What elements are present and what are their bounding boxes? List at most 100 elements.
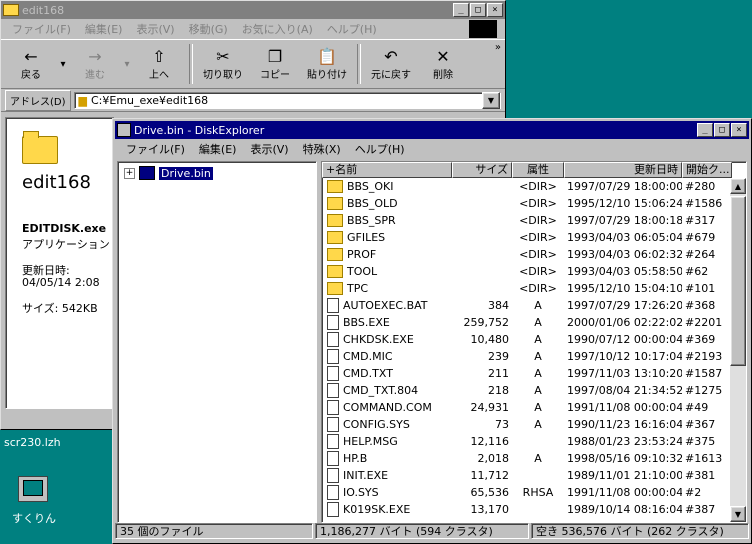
close-button[interactable]: × [731, 123, 747, 137]
minimize-button[interactable]: _ [697, 123, 713, 137]
cell-attr: A [534, 452, 542, 465]
undo-button[interactable]: ↶ 元に戻す [365, 42, 417, 86]
file-name: BBS_OKI [347, 180, 394, 193]
file-name: HP.B [343, 452, 368, 465]
table-row[interactable]: COMMAND.COM 24,931 A 1991/11/08 00:00:04 #49 [322, 399, 746, 416]
file-name: COMMAND.COM [343, 401, 432, 414]
cell-date: 1991/11/08 00:00:04 [567, 401, 682, 414]
column-date[interactable]: 更新日時 [564, 162, 682, 178]
cell-size: 13,170 [470, 503, 510, 516]
address-label: アドレス(D) [5, 89, 71, 111]
file-icon [327, 502, 339, 517]
table-row[interactable]: HP.B 2,018 A 1998/05/16 09:10:32 #1613 [322, 450, 746, 467]
menu-view[interactable]: 表示(V) [129, 21, 181, 37]
cell-name: CHKDSK.EXE [322, 332, 452, 347]
address-dropdown-button[interactable]: ▼ [482, 91, 500, 109]
up-button[interactable]: ⇧ 上へ [133, 42, 185, 86]
table-row[interactable]: IO.SYS 65,536 RHSA 1991/11/08 00:00:04 #2 [322, 484, 746, 501]
table-row[interactable]: CHKDSK.EXE 10,480 A 1990/07/12 00:00:04 #369 [322, 331, 746, 348]
cell-name: TPC [322, 282, 452, 295]
table-row[interactable]: GFILES <DIR> 1993/04/03 06:05:04 #679 [322, 229, 746, 246]
menu-file[interactable]: ファイル(F) [5, 21, 78, 37]
folder-tree[interactable]: + Drive.bin [117, 161, 317, 523]
table-row[interactable]: CMD_TXT.804 218 A 1997/08/04 21:34:52 #1275 [322, 382, 746, 399]
menu-bar: ファイル(F) 編集(E) 表示(V) 移動(G) お気に入り(A) ヘルプ(H… [1, 19, 505, 39]
table-row[interactable]: BBS_OKI <DIR> 1997/07/29 18:00:00 #280 [322, 178, 746, 195]
file-icon [327, 485, 339, 500]
expand-icon[interactable]: + [124, 167, 135, 179]
file-name: BBS_OLD [347, 197, 398, 210]
menu-help[interactable]: ヘルプ(H) [348, 141, 412, 157]
table-row[interactable]: CMD.MIC 239 A 1997/10/12 10:17:04 #2193 [322, 348, 746, 365]
menu-special[interactable]: 特殊(X) [296, 141, 348, 157]
desktop-file-label[interactable]: scr230.lzh [4, 436, 61, 449]
cell-attr: A [534, 316, 542, 329]
scroll-down-button[interactable]: ▼ [730, 506, 746, 522]
menu-file[interactable]: ファイル(F) [119, 141, 192, 157]
table-row[interactable]: CMD.TXT 211 A 1997/11/03 13:10:20 #1587 [322, 365, 746, 382]
vertical-scrollbar[interactable]: ▲ ▼ [730, 178, 746, 522]
menu-edit[interactable]: 編集(E) [78, 21, 130, 37]
file-name: BBS_SPR [347, 214, 396, 227]
cell-date: 1995/12/10 15:04:10 [567, 282, 682, 295]
table-row[interactable]: BBS_SPR <DIR> 1997/07/29 18:00:18 #317 [322, 212, 746, 229]
maximize-button[interactable]: □ [714, 123, 730, 137]
table-row[interactable]: HELP.MSG 12,116 1988/01/23 23:53:24 #375 [322, 433, 746, 450]
table-row[interactable]: BBS.EXE 259,752 A 2000/01/06 02:22:02 #2201 [322, 314, 746, 331]
desktop-icon-label[interactable]: すくりん [12, 510, 56, 526]
diskexplorer-titlebar[interactable]: Drive.bin - DiskExplorer _ □ × [115, 121, 749, 139]
forward-button[interactable]: → 進む [69, 42, 121, 86]
table-row[interactable]: TOOL <DIR> 1993/04/03 05:58:50 #62 [322, 263, 746, 280]
file-list[interactable]: +名前 サイズ 属性 更新日時 開始ク... BBS_OKI <DIR> 1997/… [321, 161, 747, 523]
toolbar-separator [189, 44, 193, 84]
cell-size: 239 [488, 350, 509, 363]
column-size[interactable]: サイズ [452, 162, 512, 178]
toolbar: ← 戻る ▾ → 進む ▾ ⇧ 上へ ✂ 切り取り ❐ コピー 📋 貼り付け ↶ 元に戻す ✕… [1, 39, 505, 89]
toolbar-overflow-chevron-icon[interactable]: » [495, 42, 501, 86]
cell-attr: A [534, 367, 542, 380]
address-input[interactable]: ▆ C:¥Emu_exe¥edit168 ▼ [73, 91, 501, 109]
column-start-cluster[interactable]: 開始ク... [682, 162, 732, 178]
computer-shortcut-icon[interactable] [18, 476, 48, 502]
menu-view[interactable]: 表示(V) [243, 141, 295, 157]
menu-favorites[interactable]: お気に入り(A) [235, 21, 320, 37]
toolbar-separator [357, 44, 361, 84]
table-row[interactable]: TPC <DIR> 1995/12/10 15:04:10 #101 [322, 280, 746, 297]
menu-go[interactable]: 移動(G) [182, 21, 235, 37]
scroll-thumb[interactable] [730, 196, 746, 366]
table-row[interactable]: AUTOEXEC.BAT 384 A 1997/07/29 17:26:20 #368 [322, 297, 746, 314]
back-button[interactable]: ← 戻る [5, 42, 57, 86]
clipboard-icon: 📋 [317, 46, 337, 66]
table-row[interactable]: INIT.EXE 11,712 1989/11/01 21:10:00 #381 [322, 467, 746, 484]
table-row[interactable]: BBS_OLD <DIR> 1995/12/10 15:06:24 #1586 [322, 195, 746, 212]
copy-button[interactable]: ❐ コピー [249, 42, 301, 86]
tree-root-item[interactable]: + Drive.bin [124, 166, 213, 180]
cell-size: 65,536 [470, 486, 510, 499]
cell-date: 1993/04/03 05:58:50 [567, 265, 682, 278]
table-row[interactable]: PROF <DIR> 1993/04/03 06:02:32 #264 [322, 246, 746, 263]
cell-date: 1988/01/23 23:53:24 [567, 435, 682, 448]
menu-edit[interactable]: 編集(E) [192, 141, 244, 157]
file-name: BBS.EXE [343, 316, 390, 329]
cell-attr: A [534, 299, 542, 312]
cut-button[interactable]: ✂ 切り取り [197, 42, 249, 86]
paste-button[interactable]: 📋 貼り付け [301, 42, 353, 86]
table-row[interactable]: K019SK.EXE 13,170 1989/10/14 08:16:04 #387 [322, 501, 746, 518]
close-button[interactable]: × [487, 3, 503, 17]
folder-icon [327, 180, 343, 193]
minimize-button[interactable]: _ [453, 3, 469, 17]
menu-help[interactable]: ヘルプ(H) [320, 21, 384, 37]
cell-name: BBS_OLD [322, 197, 452, 210]
column-name[interactable]: +名前 [322, 162, 452, 178]
cell-size: 259,752 [463, 316, 510, 329]
cell-start-cluster: #2201 [685, 316, 723, 329]
table-row[interactable]: CONFIG.SYS 73 A 1990/11/23 16:16:04 #367 [322, 416, 746, 433]
explorer-titlebar[interactable]: edit168 _ □ × [1, 1, 505, 19]
forward-dropdown[interactable]: ▾ [121, 42, 133, 86]
back-dropdown[interactable]: ▾ [57, 42, 69, 86]
delete-button[interactable]: ✕ 削除 [417, 42, 469, 86]
scroll-up-button[interactable]: ▲ [730, 178, 746, 194]
cell-name: PROF [322, 248, 452, 261]
maximize-button[interactable]: □ [470, 3, 486, 17]
column-attr[interactable]: 属性 [512, 162, 564, 178]
